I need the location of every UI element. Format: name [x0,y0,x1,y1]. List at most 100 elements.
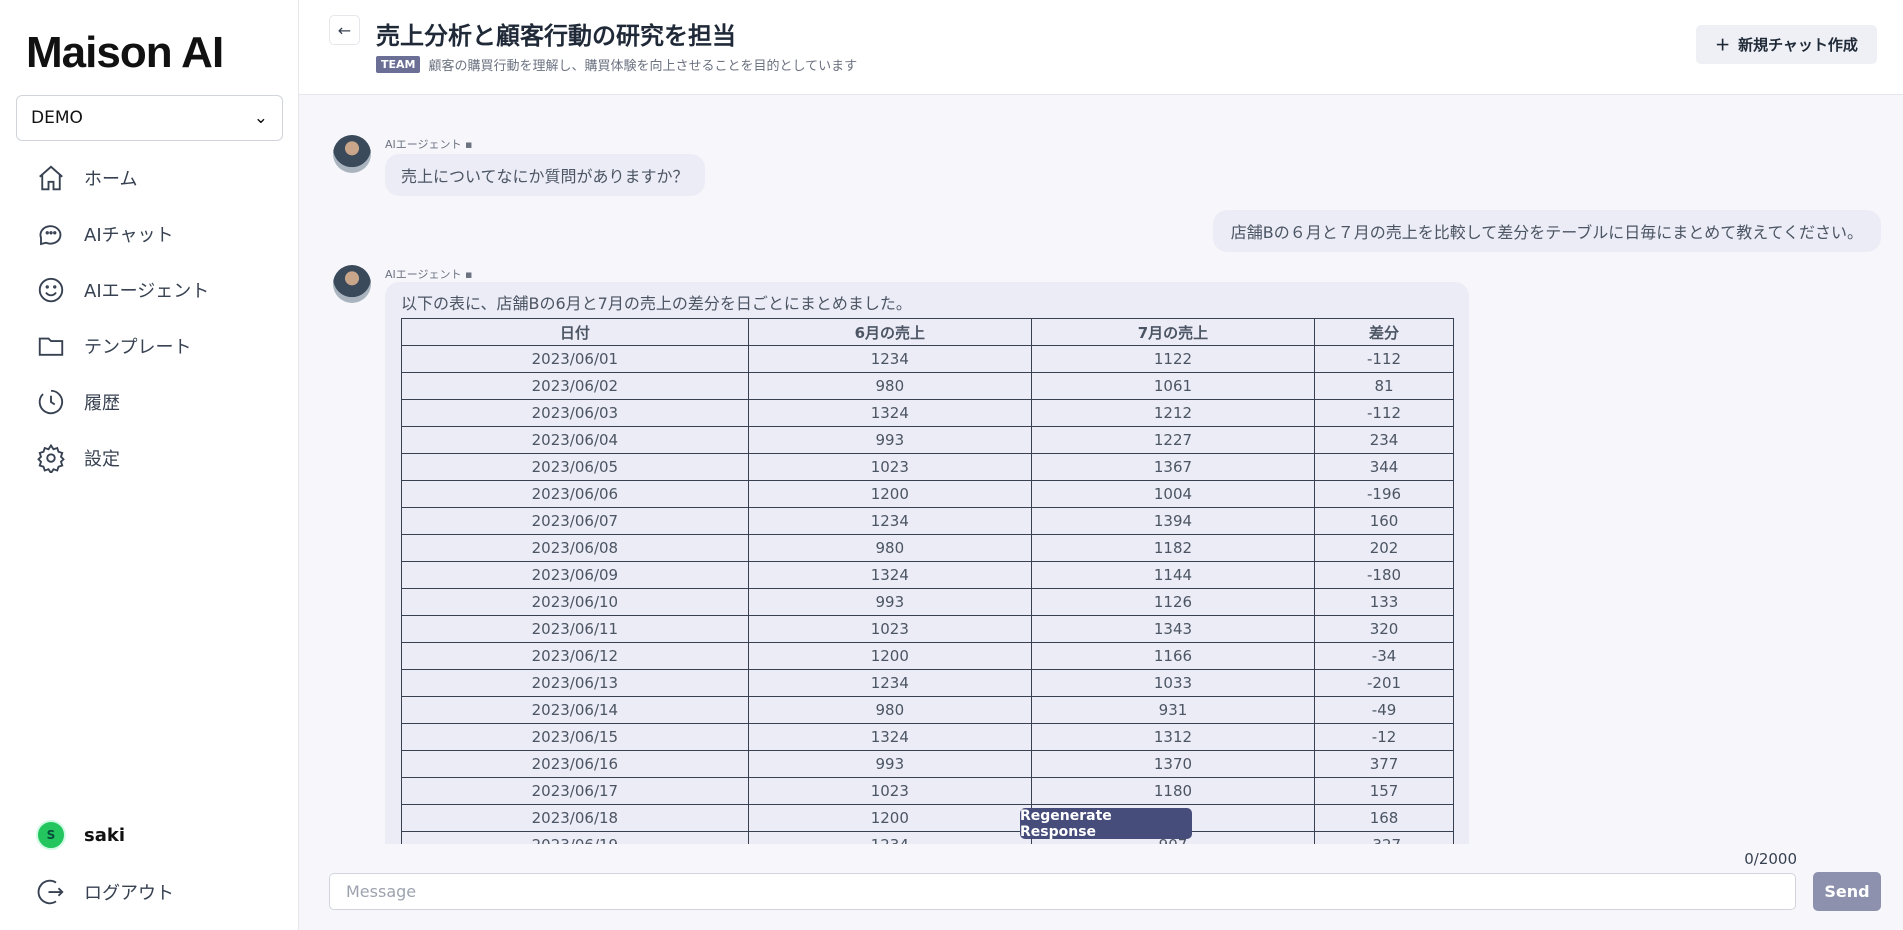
table-cell: 1200 [747,480,1032,508]
table-row: 2023/06/12 1200 1166 -34 [401,642,1454,670]
table-cell: 1324 [747,399,1032,427]
table-cell: 2023/06/14 [401,696,749,724]
message-text: 以下の表に、店舗Bの6月と7月の売上の差分を日ごとにまとめました。 [401,294,912,313]
table-cell: -49 [1314,696,1454,724]
sidebar-item-5[interactable]: 履歴 [36,382,120,422]
sidebar-item-6[interactable]: 設定 [36,438,120,478]
table-cell: 1394 [1030,507,1316,535]
table-row: 2023/06/18 1200 168 [401,804,1454,832]
table-row: 2023/06/02 980 1061 81 [401,372,1454,400]
sidebar-item-label: ホーム [84,169,138,190]
sidebar-item-4[interactable]: テンプレート [36,326,191,366]
agent-message: 以下の表に、店舗Bの6月と7月の売上の差分を日ごとにまとめました。 日付 6月の売… [385,282,1469,844]
table-cell: 1227 [1030,426,1316,454]
sidebar-item-label: AIエージェント [84,281,210,302]
table-cell: 1370 [1030,750,1316,778]
table-cell: 1033 [1030,669,1316,697]
logout-button[interactable]: ログアウト [36,872,174,912]
folder-icon [38,337,64,356]
table-row: 2023/06/03 1324 1212 -112 [401,399,1454,427]
table-cell: 2023/06/13 [401,669,749,697]
sidebar-item-label: 履歴 [84,393,120,414]
workspace-select[interactable]: DEMO ⌄ [16,95,283,141]
table-cell: 320 [1314,615,1454,643]
arrow-left-icon: ← [337,20,352,40]
page-title: 売上分析と顧客行動の研究を担当 [376,22,736,50]
history-icon [38,389,64,415]
sidebar-item-1[interactable]: ホーム [36,158,137,198]
table-cell: 2023/06/01 [401,345,749,373]
table-cell: 1061 [1030,372,1316,400]
table-cell: -327 [1314,831,1454,844]
table-cell: 993 [747,426,1032,454]
table-row: 2023/06/11 1023 1343 320 [401,615,1454,643]
agent-message: 売上についてなにか質問がありますか？ [385,154,705,196]
table-cell: 1200 [747,642,1032,670]
table-row: 2023/06/14 980 931 -49 [401,696,1454,724]
sidebar-item-label: AIチャット [84,225,174,246]
user-profile[interactable]: Ssaki [36,820,125,850]
table-cell: 1182 [1030,534,1316,562]
agent-avatar [333,135,371,173]
table-cell: 2023/06/16 [401,750,749,778]
plus-icon: ＋ [1715,36,1731,54]
column-header: 日付 [401,318,749,346]
table-cell: 1023 [747,777,1032,805]
table-cell: 980 [747,534,1032,562]
new-chat-button[interactable]: ＋ 新規チャット作成 [1696,25,1877,64]
table-cell: 2023/06/07 [401,507,749,535]
table-cell: 1212 [1030,399,1316,427]
table-row: 2023/06/17 1023 1180 157 [401,777,1454,805]
send-button[interactable]: Send [1813,872,1881,911]
table-row: 2023/06/07 1234 1394 160 [401,507,1454,535]
table-row: 2023/06/15 1324 1312 -12 [401,723,1454,751]
table-cell: 993 [747,588,1032,616]
regenerate-response-button[interactable]: Regenerate Response [1020,808,1192,840]
table-row: 2023/06/16 993 1370 377 [401,750,1454,778]
chat-icon [39,225,62,246]
table-cell: 2023/06/10 [401,588,749,616]
column-header: 6月の売上 [747,318,1032,346]
sidebar: Maison AI DEMO ⌄ ホーム AIチャット AIエージェントテンプレート履… [0,0,299,930]
logout-icon [37,879,64,905]
table-cell: 1343 [1030,615,1316,643]
message-input[interactable] [329,873,1796,910]
table-cell: 133 [1314,588,1454,616]
table-cell: 2023/06/05 [401,453,749,481]
sidebar-item-2[interactable]: AIチャット [36,214,173,254]
table-cell: 980 [747,696,1032,724]
table-cell: 980 [747,372,1032,400]
user-name: saki [84,824,126,846]
user-message: 店舗Bの６月と７月の売上を比較して差分をテーブルに日毎にまとめて教えてください。 [1212,210,1881,252]
table-cell: 2023/06/15 [401,723,749,751]
table-cell: 1166 [1030,642,1316,670]
table-cell: -201 [1314,669,1454,697]
table-row: 2023/06/06 1200 1004 -196 [401,480,1454,508]
page-subtitle: 顧客の購買行動を理解し、購買体験を向上させることを目的としています [428,59,858,74]
table-cell: 2023/06/17 [401,777,749,805]
table-cell: 1234 [747,345,1032,373]
table-cell: 2023/06/09 [401,561,749,589]
table-cell: 1324 [747,723,1032,751]
new-chat-label: 新規チャット作成 [1738,36,1858,54]
table-row: 2023/06/09 1324 1144 -180 [401,561,1454,589]
table-cell: -112 [1314,399,1454,427]
smile-icon [38,277,64,303]
back-button[interactable]: ← [329,15,360,45]
table-cell: 1234 [747,507,1032,535]
table-cell: 2023/06/08 [401,534,749,562]
logo: Maison AI [26,28,224,77]
table-cell: -196 [1314,480,1454,508]
table-cell: 1180 [1030,777,1316,805]
table-row: 2023/06/05 1023 1367 344 [401,453,1454,481]
table-cell: 2023/06/02 [401,372,749,400]
avatar: S [36,820,66,850]
sidebar-item-3[interactable]: AIエージェント [36,270,209,310]
sidebar-item-label: 設定 [84,449,120,470]
table-cell: 2023/06/12 [401,642,749,670]
table-cell: 2023/06/11 [401,615,749,643]
table-cell: 160 [1314,507,1454,535]
logout-label: ログアウト [84,883,174,904]
table-row: 2023/06/08 980 1182 202 [401,534,1454,562]
table-cell: -112 [1314,345,1454,373]
